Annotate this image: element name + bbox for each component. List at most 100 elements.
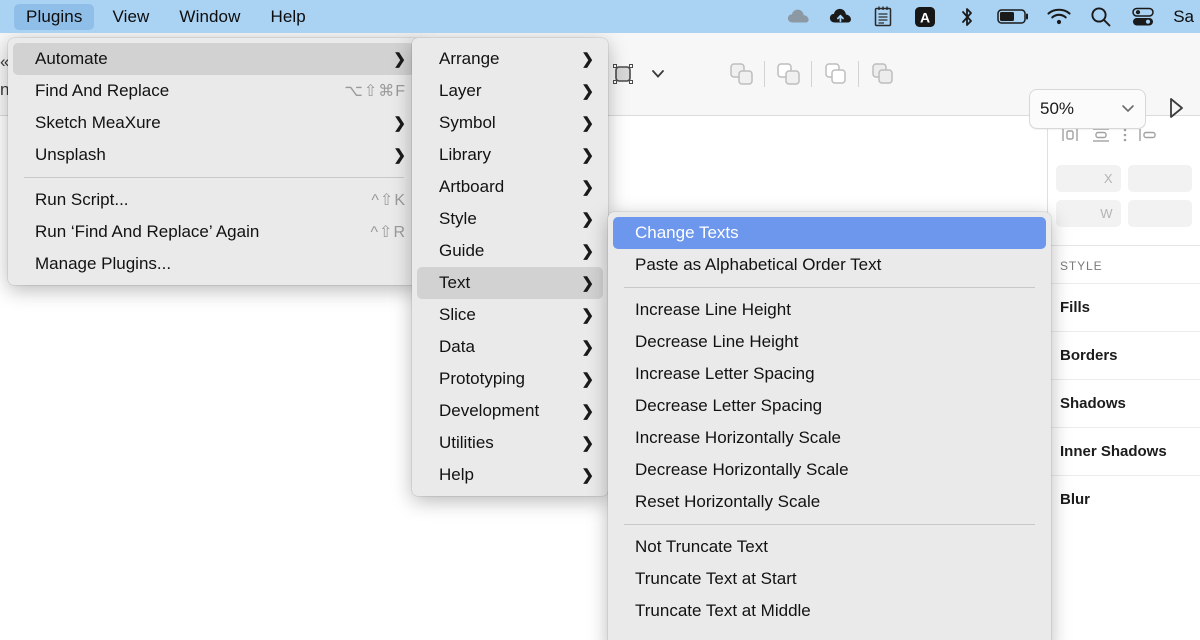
- menu-item-label: Increase Line Height: [635, 300, 791, 319]
- menu-item-label: Truncate Text at Middle: [635, 601, 811, 620]
- chevron-right-icon: ❯: [581, 146, 594, 164]
- menu-item-data[interactable]: Data ❯: [417, 331, 603, 363]
- chevron-right-icon: ❯: [581, 210, 594, 228]
- menu-item-automate[interactable]: Automate ❯: [13, 43, 415, 75]
- menu-item-increase-letter-spacing[interactable]: Increase Letter Spacing: [613, 358, 1046, 390]
- bluetooth-icon[interactable]: [955, 5, 979, 29]
- menu-item-layer[interactable]: Layer ❯: [417, 75, 603, 107]
- zoom-level-value: 50%: [1040, 99, 1075, 118]
- align-left-edge-icon[interactable]: [1138, 126, 1160, 149]
- menu-item-label: Change Texts: [635, 223, 739, 242]
- menu-item-guide[interactable]: Guide ❯: [417, 235, 603, 267]
- style-item-shadows[interactable]: Shadows: [1048, 379, 1200, 427]
- menu-item-decrease-horizontally-scale[interactable]: Decrease Horizontally Scale: [613, 454, 1046, 486]
- menu-item-label: Decrease Horizontally Scale: [635, 460, 849, 479]
- position-row: X: [1056, 165, 1192, 192]
- spotlight-search-icon[interactable]: [1089, 5, 1113, 29]
- position-size-fields: X W: [1048, 159, 1200, 245]
- cloud-upload-icon[interactable]: [829, 5, 853, 29]
- menu-item-slice[interactable]: Slice ❯: [417, 299, 603, 331]
- menu-item-label: Artboard: [439, 177, 505, 196]
- menu-item-label: Truncate Text at Start: [635, 569, 797, 588]
- next-artboard-icon[interactable]: [1160, 91, 1194, 125]
- menu-item-arrange[interactable]: Arrange ❯: [417, 43, 603, 75]
- menu-item-manage-plugins[interactable]: Manage Plugins...: [13, 248, 415, 280]
- menu-item-help[interactable]: Help ❯: [417, 459, 603, 491]
- menu-item-text[interactable]: Text ❯: [417, 267, 603, 299]
- menu-item-decrease-letter-spacing[interactable]: Decrease Letter Spacing: [613, 390, 1046, 422]
- style-item-blur[interactable]: Blur: [1048, 475, 1200, 523]
- menu-item-library[interactable]: Library ❯: [417, 139, 603, 171]
- menu-item-label: Sketch MeaXure: [35, 113, 161, 132]
- menubar-item-window[interactable]: Window: [167, 4, 252, 30]
- menu-item-label: Run Script...: [35, 190, 129, 209]
- menubar-item-help[interactable]: Help: [259, 4, 318, 30]
- zoom-level-select[interactable]: 50%: [1029, 89, 1146, 129]
- inspector-panel: X W STYLE Fills Borders Shadows Inner Sh…: [1047, 115, 1200, 640]
- menu-item-run-script[interactable]: Run Script... ^⇧K: [13, 184, 415, 216]
- menu-separator: [24, 177, 404, 178]
- chevron-right-icon: ❯: [581, 114, 594, 132]
- chevron-right-icon: ❯: [581, 82, 594, 100]
- menu-item-unsplash[interactable]: Unsplash ❯: [13, 139, 415, 171]
- menu-item-paste-as-alphabetical-order-text[interactable]: Paste as Alphabetical Order Text: [613, 249, 1046, 281]
- width-field[interactable]: W: [1056, 200, 1121, 227]
- menu-separator: [624, 524, 1035, 525]
- menu-item-sketch-meaxure[interactable]: Sketch MeaXure ❯: [13, 107, 415, 139]
- x-position-field[interactable]: X: [1056, 165, 1121, 192]
- style-item-fills[interactable]: Fills: [1048, 283, 1200, 331]
- menu-item-label: Library: [439, 145, 491, 164]
- menu-item-reset-horizontally-scale[interactable]: Reset Horizontally Scale: [613, 486, 1046, 518]
- menu-item-not-truncate-text[interactable]: Not Truncate Text: [613, 531, 1046, 563]
- menubar-item-view[interactable]: View: [100, 4, 161, 30]
- control-center-icon[interactable]: [1131, 5, 1155, 29]
- style-item-borders[interactable]: Borders: [1048, 331, 1200, 379]
- menu-item-symbol[interactable]: Symbol ❯: [417, 107, 603, 139]
- menu-item-increase-horizontally-scale[interactable]: Increase Horizontally Scale: [613, 422, 1046, 454]
- menu-item-truncate-text-at-start[interactable]: Truncate Text at Start: [613, 563, 1046, 595]
- toolbar-shape-tools: [600, 47, 905, 101]
- menu-item-decrease-line-height[interactable]: Decrease Line Height: [613, 326, 1046, 358]
- screen: 50% X W STYLE Fills Borders Shadows Inne…: [0, 0, 1200, 640]
- chevron-right-icon: ❯: [581, 370, 594, 388]
- chevron-right-icon: ❯: [581, 306, 594, 324]
- menu-item-label: Increase Horizontally Scale: [635, 428, 841, 447]
- battery-icon[interactable]: [997, 5, 1029, 29]
- input-source-a-icon[interactable]: A: [913, 5, 937, 29]
- menu-item-label: Arrange: [439, 49, 500, 68]
- menu-item-find-and-replace[interactable]: Find And Replace ⌥⇧⌘F: [13, 75, 415, 107]
- intersect-shapes-icon[interactable]: [812, 51, 858, 97]
- cloud-grey-icon[interactable]: [787, 5, 811, 29]
- menu-item-artboard[interactable]: Artboard ❯: [417, 171, 603, 203]
- svg-text:A: A: [920, 9, 930, 25]
- menu-item-utilities[interactable]: Utilities ❯: [417, 427, 603, 459]
- menu-item-label: Prototyping: [439, 369, 525, 388]
- y-position-field[interactable]: [1127, 165, 1192, 192]
- menubar-menu-items: Plugins View Window Help: [0, 0, 324, 33]
- wifi-icon[interactable]: [1047, 5, 1071, 29]
- menu-item-label: Reset Horizontally Scale: [635, 492, 821, 511]
- style-item-inner-shadows[interactable]: Inner Shadows: [1048, 427, 1200, 475]
- clipboard-notes-icon[interactable]: [871, 5, 895, 29]
- menu-item-label: Find And Replace: [35, 81, 170, 100]
- menu-item-label: Layer: [439, 81, 482, 100]
- menubar-clock[interactable]: Sa: [1173, 7, 1196, 27]
- chevron-right-icon: ❯: [581, 338, 594, 356]
- menu-item-truncate-text-at-middle[interactable]: Truncate Text at Middle: [613, 595, 1046, 627]
- menu-item-development[interactable]: Development ❯: [417, 395, 603, 427]
- menubar-item-plugins[interactable]: Plugins: [14, 3, 95, 30]
- menu-item-shortcut: ^⇧R: [370, 224, 406, 241]
- chevron-right-icon: ❯: [393, 50, 406, 68]
- chevron-down-icon[interactable]: [646, 51, 670, 97]
- height-field[interactable]: [1127, 200, 1192, 227]
- chevron-right-icon: ❯: [581, 274, 594, 292]
- menu-item-prototyping[interactable]: Prototyping ❯: [417, 363, 603, 395]
- menu-item-label: Guide: [439, 241, 485, 260]
- menu-item-style[interactable]: Style ❯: [417, 203, 603, 235]
- difference-shapes-icon[interactable]: [859, 51, 905, 97]
- menu-item-increase-line-height[interactable]: Increase Line Height: [613, 294, 1046, 326]
- menu-item-change-texts[interactable]: Change Texts: [613, 217, 1046, 249]
- menu-item-run-find-and-replace-again[interactable]: Run ‘Find And Replace’ Again ^⇧R: [13, 216, 415, 248]
- union-shapes-icon[interactable]: [718, 51, 764, 97]
- subtract-shapes-icon[interactable]: [765, 51, 811, 97]
